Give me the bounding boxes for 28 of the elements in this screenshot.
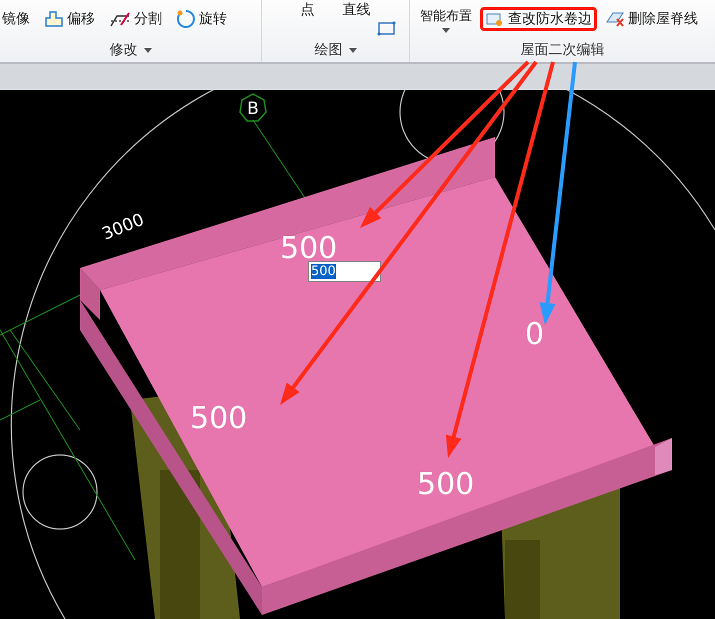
ribbon-button[interactable]: 查改防水卷边 bbox=[480, 7, 597, 31]
group-label[interactable]: 绘图 bbox=[262, 38, 409, 62]
split-icon bbox=[109, 10, 131, 28]
group-label[interactable]: 修改 bbox=[0, 38, 261, 62]
delete-ridge-icon bbox=[605, 10, 625, 28]
axis-label: B bbox=[247, 99, 259, 119]
offset-icon bbox=[44, 10, 64, 28]
rectangle-icon[interactable] bbox=[377, 20, 397, 36]
caret-icon bbox=[348, 48, 356, 52]
caret-icon bbox=[144, 48, 152, 52]
ribbon-button[interactable]: 分割 bbox=[107, 9, 164, 29]
input-field[interactable]: 500 bbox=[308, 261, 381, 282]
edge-height-label: 0 bbox=[525, 317, 544, 352]
ribbon-button[interactable]: 旋转 bbox=[174, 8, 229, 30]
ribbon-button[interactable]: 偏移 bbox=[42, 9, 97, 29]
ribbon-button[interactable]: 点 bbox=[298, 0, 316, 20]
rotate-icon bbox=[176, 9, 196, 29]
caret-icon bbox=[442, 28, 450, 32]
ribbon-button[interactable]: 智能布置 bbox=[418, 6, 474, 26]
ribbon-button[interactable]: 删除屋脊线 bbox=[603, 9, 700, 29]
dimension-text: 3000 bbox=[99, 210, 147, 245]
edge-height-label: 500 bbox=[190, 401, 248, 436]
edit-edge-icon bbox=[485, 11, 505, 27]
group-label: 屋面二次编辑 bbox=[520, 41, 606, 60]
ribbon-button[interactable]: 镜像 bbox=[0, 9, 32, 29]
edge-height-label: 500 bbox=[417, 467, 474, 502]
ribbon-button[interactable]: 直线 bbox=[340, 0, 372, 20]
axis-marker-icon bbox=[239, 93, 267, 122]
